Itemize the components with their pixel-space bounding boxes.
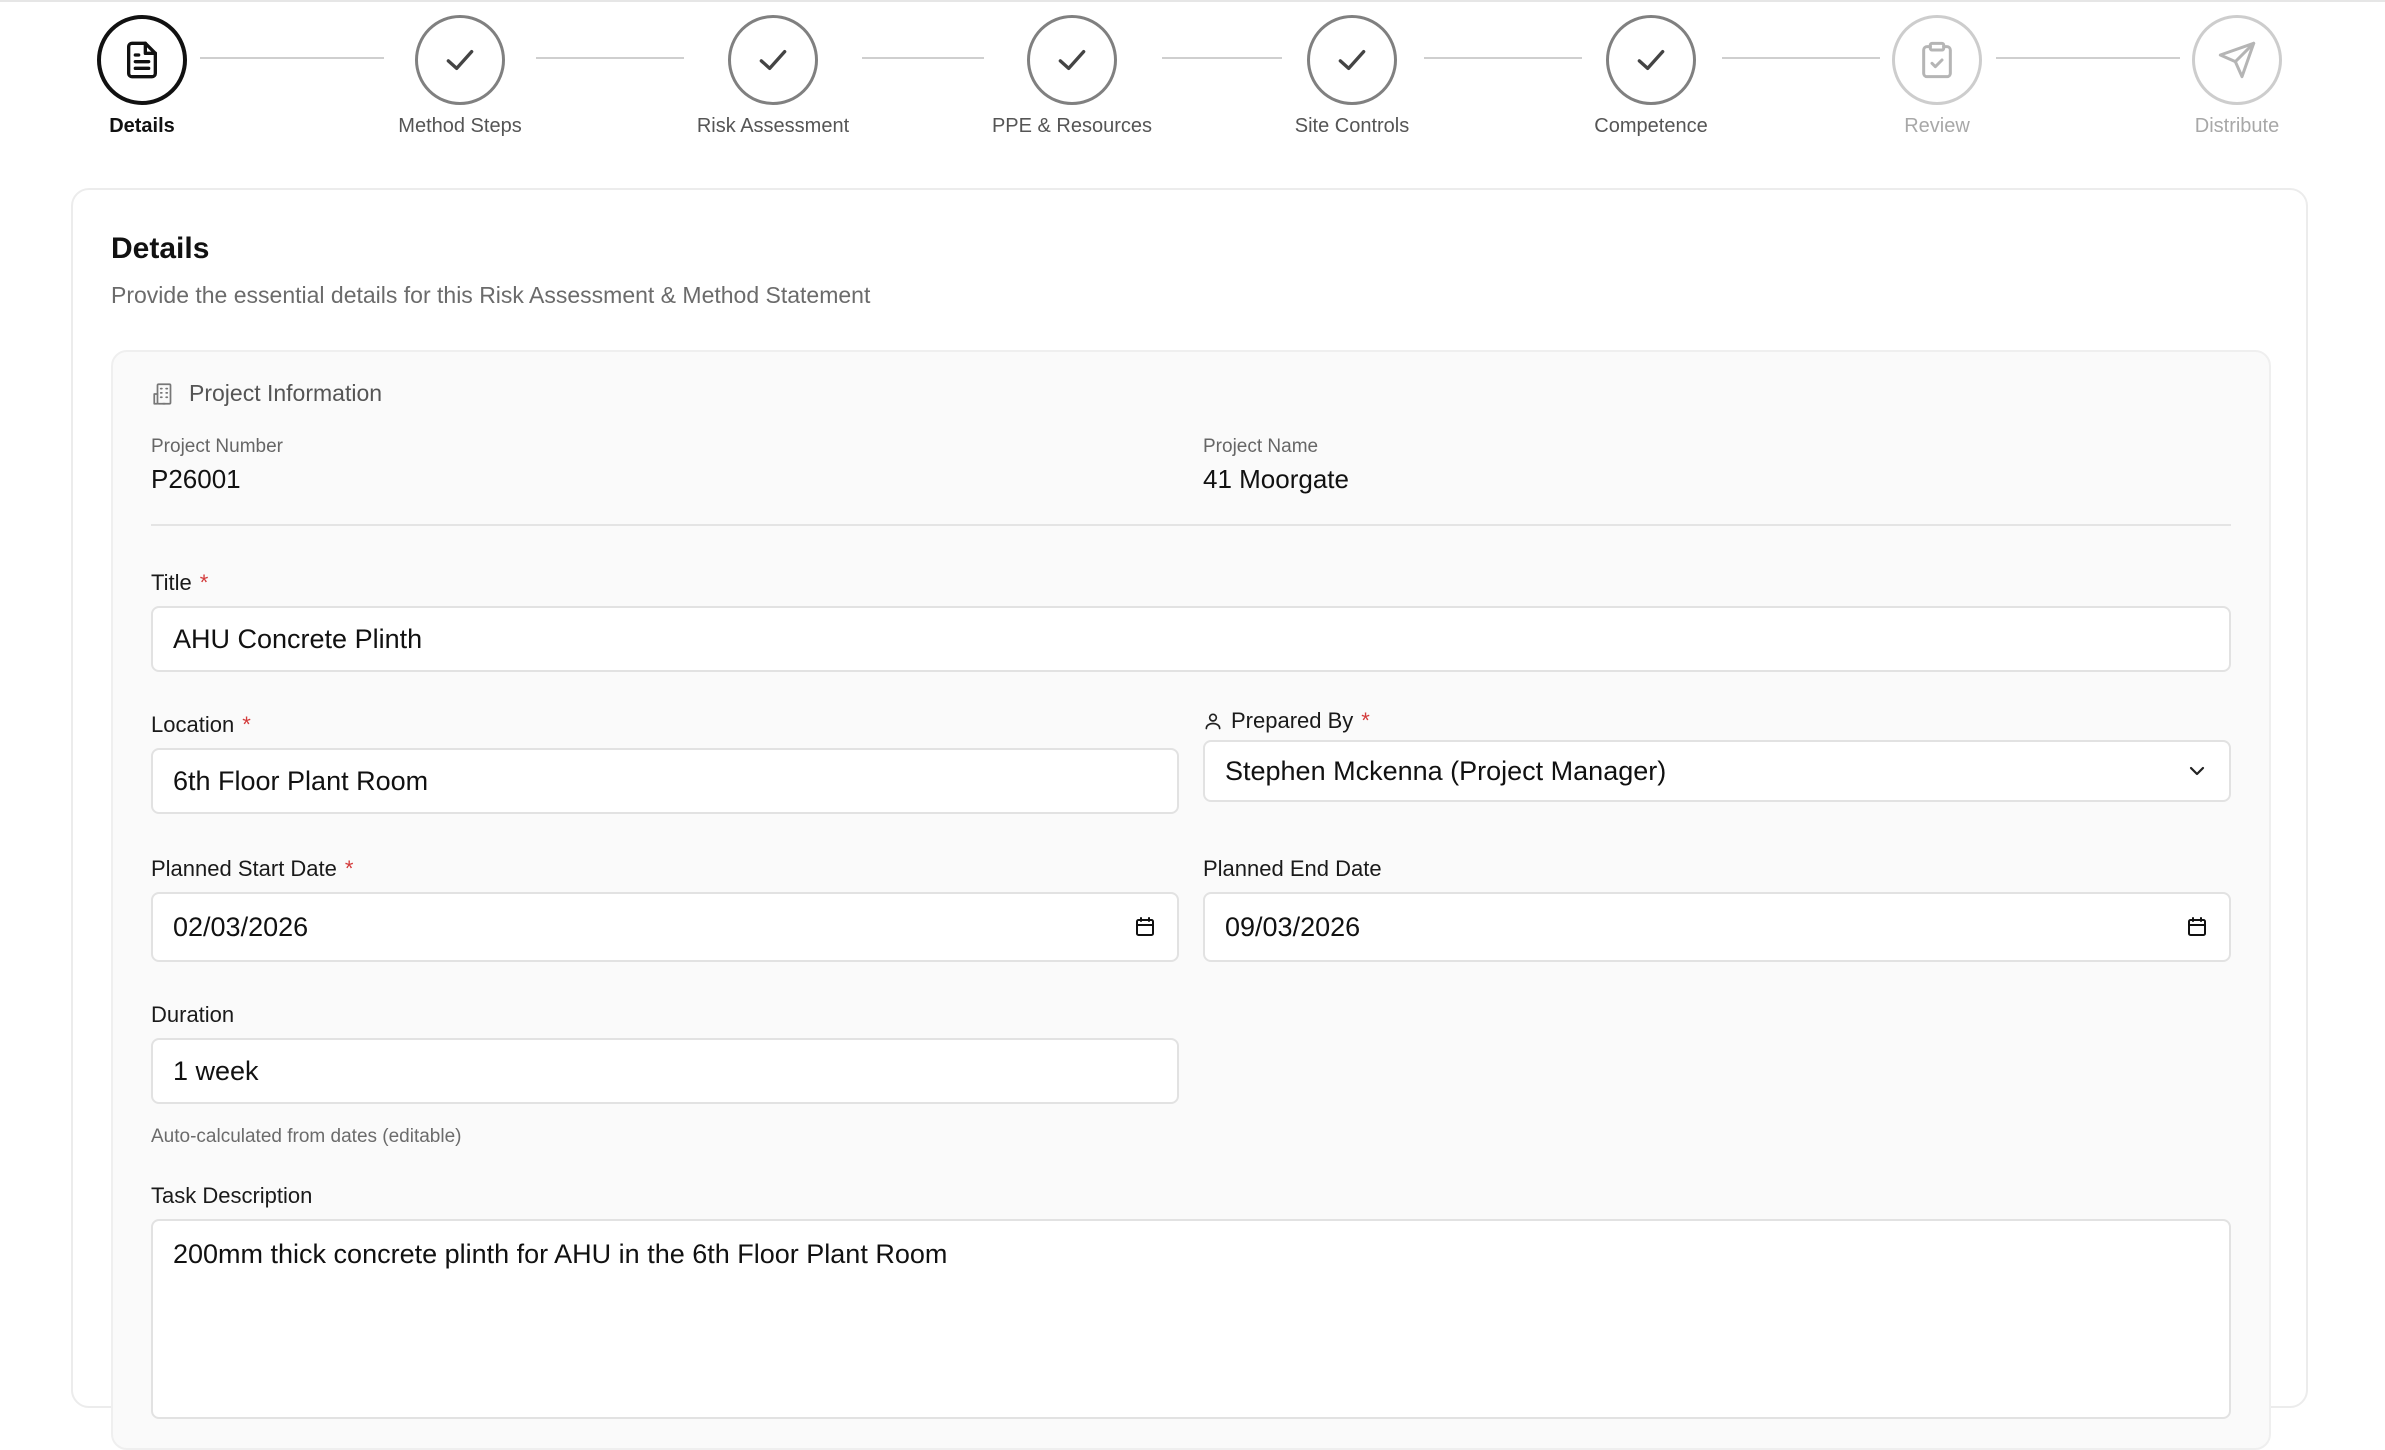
step-circle — [1606, 15, 1696, 105]
step-label: Details — [109, 115, 175, 137]
progress-stepper: Details Method Steps Risk Assessment PPE… — [0, 0, 2385, 150]
end-date-value: 09/03/2026 — [1225, 911, 1361, 942]
project-number-value: P26001 — [151, 464, 241, 494]
duration-input[interactable]: 1 week — [151, 1038, 1179, 1104]
title-input[interactable]: AHU Concrete Plinth — [151, 606, 2231, 672]
details-card: Details Provide the essential details fo… — [71, 188, 2308, 1450]
duration-hint: Auto-calculated from dates (editable) — [151, 1126, 462, 1147]
required-mark: * — [199, 570, 209, 595]
title-label-text: Title — [151, 570, 192, 595]
step-review[interactable]: Review — [1817, 15, 2057, 138]
end-date-label-text: Planned End Date — [1203, 856, 1382, 881]
clipboard-check-icon — [1922, 41, 1952, 79]
task-description-value: 200mm thick concrete plinth for AHU in t… — [173, 1239, 948, 1269]
task-description-textarea[interactable]: 200mm thick concrete plinth for AHU in t… — [151, 1219, 2231, 1419]
location-input[interactable]: 6th Floor Plant Room — [151, 748, 1179, 814]
step-details[interactable]: Details — [22, 15, 262, 138]
step-risk-assessment[interactable]: Risk Assessment — [653, 15, 893, 138]
title-value: AHU Concrete Plinth — [173, 623, 423, 654]
step-label: Site Controls — [1294, 115, 1410, 137]
duration-label-text: Duration — [151, 1002, 235, 1027]
check-icon — [1058, 50, 1086, 71]
task-description-label-text: Task Description — [151, 1183, 313, 1208]
prepared-by-label-text: Prepared By — [1231, 708, 1354, 733]
project-name-label: Project Name — [1203, 436, 1319, 457]
required-mark: * — [242, 712, 251, 737]
step-circle — [97, 15, 187, 105]
step-label: PPE & Resources — [991, 115, 1153, 137]
step-label: Review — [1904, 115, 1970, 137]
prepared-by-select[interactable]: Stephen Mckenna (Project Manager) — [1203, 740, 2231, 802]
check-icon — [446, 50, 474, 71]
title-label: Title * — [151, 570, 208, 596]
building-icon — [153, 382, 172, 405]
send-icon — [2218, 41, 2256, 79]
check-icon — [1338, 50, 1366, 71]
calendar-icon[interactable] — [2185, 915, 2209, 939]
start-date-label: Planned Start Date * — [151, 856, 353, 882]
step-method-steps[interactable]: Method Steps — [340, 15, 580, 138]
page-subtitle: Provide the essential details for this R… — [111, 282, 871, 308]
chevron-down-icon — [2189, 766, 2205, 776]
check-icon — [759, 50, 787, 71]
location-label: Location * — [151, 712, 251, 738]
required-mark: * — [1361, 708, 1370, 733]
duration-value: 1 week — [173, 1055, 259, 1086]
step-label: Risk Assessment — [696, 115, 850, 137]
step-circle — [2192, 15, 2282, 105]
divider — [151, 524, 2231, 526]
start-date-input[interactable]: 02/03/2026 — [151, 892, 1179, 962]
start-date-value: 02/03/2026 — [173, 911, 309, 942]
prepared-by-value: Stephen Mckenna (Project Manager) — [1225, 755, 1667, 786]
step-circle — [728, 15, 818, 105]
step-distribute[interactable]: Distribute — [2117, 15, 2357, 138]
section-title: Project Information — [189, 380, 383, 406]
step-circle — [1307, 15, 1397, 105]
user-icon — [1205, 713, 1221, 730]
step-competence[interactable]: Competence — [1531, 15, 1771, 138]
start-date-label-text: Planned Start Date — [151, 856, 337, 881]
project-number-label: Project Number — [151, 436, 283, 457]
step-label: Method Steps — [398, 115, 522, 137]
location-value: 6th Floor Plant Room — [173, 765, 429, 796]
end-date-label: Planned End Date — [1203, 856, 1382, 882]
prepared-by-label: Prepared By * — [1203, 708, 1370, 734]
required-mark: * — [344, 856, 354, 881]
check-icon — [1637, 50, 1665, 71]
end-date-input[interactable]: 09/03/2026 — [1203, 892, 2231, 962]
project-info-panel: Project Information Project Number P2600… — [111, 350, 2271, 1450]
step-circle — [415, 15, 505, 105]
document-icon — [126, 41, 157, 79]
section-header: Project Information — [151, 380, 382, 407]
location-label-text: Location — [151, 712, 235, 737]
step-circle — [1892, 15, 1982, 105]
duration-label: Duration — [151, 1002, 234, 1028]
step-ppe-resources[interactable]: PPE & Resources — [952, 15, 1192, 138]
step-label: Competence — [1594, 115, 1708, 137]
page-title: Details — [111, 232, 210, 265]
calendar-icon[interactable] — [1133, 915, 1157, 939]
project-name-value: 41 Moorgate — [1203, 464, 1349, 494]
step-circle — [1027, 15, 1117, 105]
step-site-controls[interactable]: Site Controls — [1232, 15, 1472, 138]
step-label: Distribute — [2194, 115, 2280, 137]
task-description-label: Task Description — [151, 1183, 312, 1209]
